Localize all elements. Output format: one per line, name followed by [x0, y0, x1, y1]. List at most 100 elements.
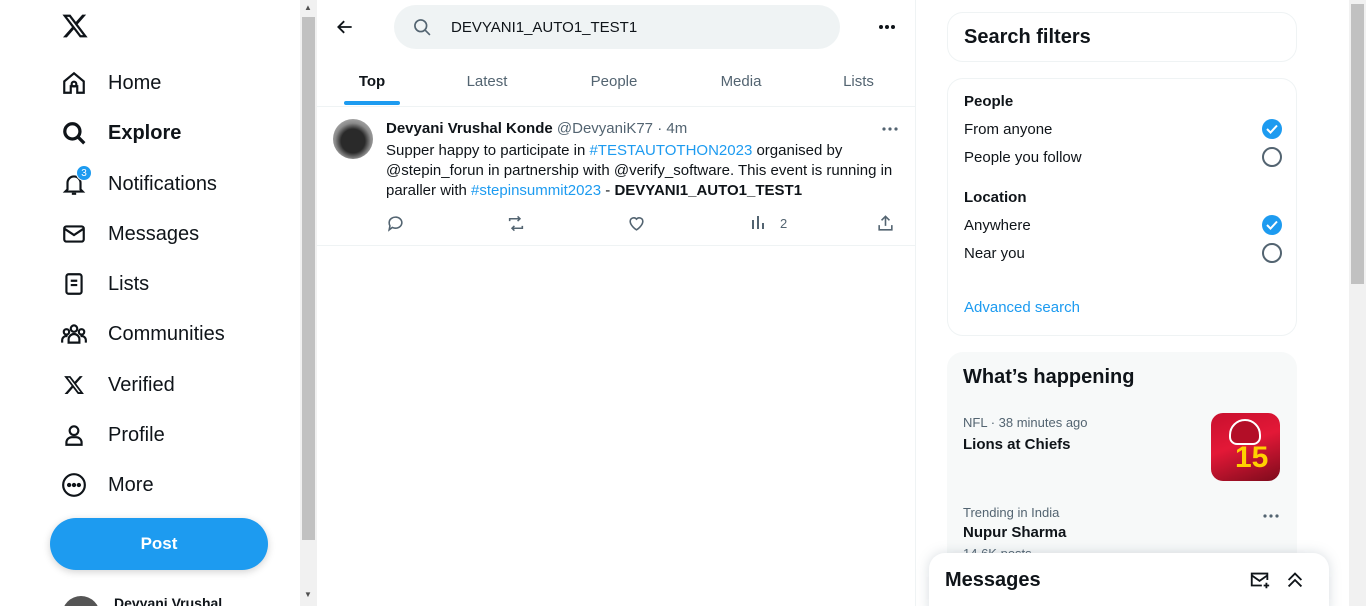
tweet-text-part: Supper happy to participate in — [386, 142, 590, 159]
search-tabs: Top Latest People Media Lists — [317, 55, 916, 107]
list-icon — [60, 270, 88, 298]
nav-messages[interactable]: Messages — [60, 212, 199, 256]
checkmark-radio-icon[interactable] — [1262, 215, 1282, 235]
post-button[interactable]: Post — [50, 518, 268, 570]
tab-media[interactable]: Media — [681, 55, 801, 107]
scrollbar-thumb[interactable] — [302, 17, 315, 540]
tab-top[interactable]: Top — [317, 55, 427, 107]
trend-meta: NFL · 38 minutes ago — [963, 415, 1088, 430]
x-logo-icon — [60, 371, 88, 399]
reply-icon[interactable] — [386, 211, 405, 235]
search-filters-header: Search filters — [947, 12, 1297, 62]
radio-icon[interactable] — [1262, 243, 1282, 263]
search-icon — [412, 17, 432, 42]
new-message-icon[interactable] — [1249, 569, 1271, 596]
jersey-number: 15 — [1235, 441, 1269, 474]
filter-option-people-you-follow[interactable]: People you follow — [964, 146, 1282, 168]
filter-option-label: Anywhere — [964, 216, 1031, 234]
account-name: Devyani Vrushal — [114, 595, 223, 606]
scrollbar-thumb[interactable] — [1351, 4, 1364, 284]
filter-option-anywhere[interactable]: Anywhere — [964, 214, 1282, 236]
nav-label: Profile — [108, 423, 165, 446]
page-scrollbar[interactable] — [1349, 0, 1366, 606]
people-section-title: People — [964, 93, 1014, 110]
tab-people[interactable]: People — [547, 55, 681, 107]
back-arrow-icon[interactable] — [332, 14, 358, 40]
tweet-header: Devyani Vrushal Konde @DevyaniK77 · 4m — [386, 120, 687, 137]
nav-lists[interactable]: Lists — [60, 262, 149, 306]
nav-notifications[interactable]: 3 Notifications — [60, 162, 217, 206]
advanced-search-link[interactable]: Advanced search — [964, 299, 1080, 316]
notification-badge: 3 — [76, 165, 92, 181]
views-count: 2 — [780, 215, 788, 231]
account-switcher[interactable]: Devyani Vrushal — [62, 595, 223, 606]
whats-happening-title: What’s happening — [963, 366, 1135, 388]
messages-drawer[interactable]: Messages — [929, 553, 1329, 606]
nav-verified[interactable]: Verified — [60, 363, 175, 407]
x-logo-icon[interactable] — [60, 12, 92, 44]
filter-option-from-anyone[interactable]: From anyone — [964, 118, 1282, 140]
collapse-chevron-up-icon[interactable] — [1284, 569, 1306, 596]
search-bar[interactable] — [394, 5, 840, 49]
filter-option-label: From anyone — [964, 120, 1053, 138]
search-filters-title: Search filters — [964, 26, 1091, 48]
more-circle-icon — [60, 471, 88, 499]
filter-option-near-you[interactable]: Near you — [964, 242, 1282, 264]
trend-title[interactable]: Lions at Chiefs — [963, 436, 1071, 453]
nav-label: Notifications — [108, 172, 217, 195]
trend-more-icon[interactable] — [1259, 510, 1283, 522]
repost-icon[interactable] — [506, 211, 526, 235]
avatar[interactable] — [333, 119, 373, 159]
nav-label: Verified — [108, 373, 175, 396]
filter-option-label: People you follow — [964, 148, 1082, 166]
tab-latest[interactable]: Latest — [427, 55, 547, 107]
tweet-more-icon[interactable] — [878, 119, 902, 139]
tab-lists[interactable]: Lists — [801, 55, 916, 107]
avatar — [62, 596, 100, 606]
author-handle[interactable]: @DevyaniK77 — [557, 120, 653, 137]
nav-explore[interactable]: Explore — [60, 111, 181, 155]
trend-meta: Trending in India — [963, 505, 1060, 520]
views-button[interactable]: 2 — [750, 211, 787, 235]
location-section-title: Location — [964, 189, 1027, 206]
communities-icon — [60, 320, 88, 348]
share-icon[interactable] — [876, 211, 895, 235]
scroll-up-arrow-icon[interactable]: ▲ — [304, 3, 312, 12]
tweet-text: Supper happy to participate in #TESTAUTO… — [386, 141, 906, 201]
messages-drawer-title: Messages — [945, 569, 1041, 591]
radio-icon[interactable] — [1262, 147, 1282, 167]
active-tab-indicator — [344, 101, 400, 105]
trend-title[interactable]: Nupur Sharma — [963, 524, 1066, 541]
highlighted-term: DEVYANI1_AUTO1_TEST1 — [614, 182, 803, 199]
nav-label: Explore — [108, 121, 182, 144]
left-scrollbar[interactable]: ▲ ▼ — [300, 0, 317, 606]
home-icon — [60, 69, 88, 97]
nav-label: Lists — [108, 272, 150, 295]
nav-label: Messages — [108, 222, 200, 245]
filter-option-label: Near you — [964, 244, 1025, 262]
hashtag-link[interactable]: #TESTAUTOTHON2023 — [589, 142, 752, 159]
scroll-down-arrow-icon[interactable]: ▼ — [304, 590, 312, 599]
tweet[interactable]: Devyani Vrushal Konde @DevyaniK77 · 4m S… — [317, 107, 916, 246]
trend-image[interactable]: 15 — [1211, 413, 1280, 481]
search-filters-panel: People From anyone People you follow Loc… — [947, 78, 1297, 336]
hashtag-link[interactable]: #stepinsummit2023 — [471, 182, 601, 199]
checkmark-radio-icon[interactable] — [1262, 119, 1282, 139]
left-sidebar: Home Explore 3 Notifications Messages Li… — [0, 0, 300, 606]
nav-profile[interactable]: Profile — [60, 413, 165, 457]
more-options-icon[interactable] — [874, 14, 900, 40]
views-icon — [750, 214, 766, 233]
main-column: Top Latest People Media Lists Devyani Vr… — [317, 0, 916, 606]
search-input[interactable] — [451, 15, 811, 39]
nav-communities[interactable]: Communities — [60, 312, 225, 356]
nav-more[interactable]: More — [60, 463, 154, 507]
nav-label: More — [108, 473, 154, 496]
nav-label: Home — [108, 71, 162, 94]
tweet-time[interactable]: 4m — [666, 120, 687, 137]
bell-icon: 3 — [60, 165, 92, 198]
author-name[interactable]: Devyani Vrushal Konde — [386, 120, 553, 137]
envelope-icon — [60, 220, 88, 248]
like-icon[interactable] — [627, 211, 646, 235]
tweet-actions: 2 — [317, 211, 916, 235]
nav-home[interactable]: Home — [60, 61, 161, 105]
